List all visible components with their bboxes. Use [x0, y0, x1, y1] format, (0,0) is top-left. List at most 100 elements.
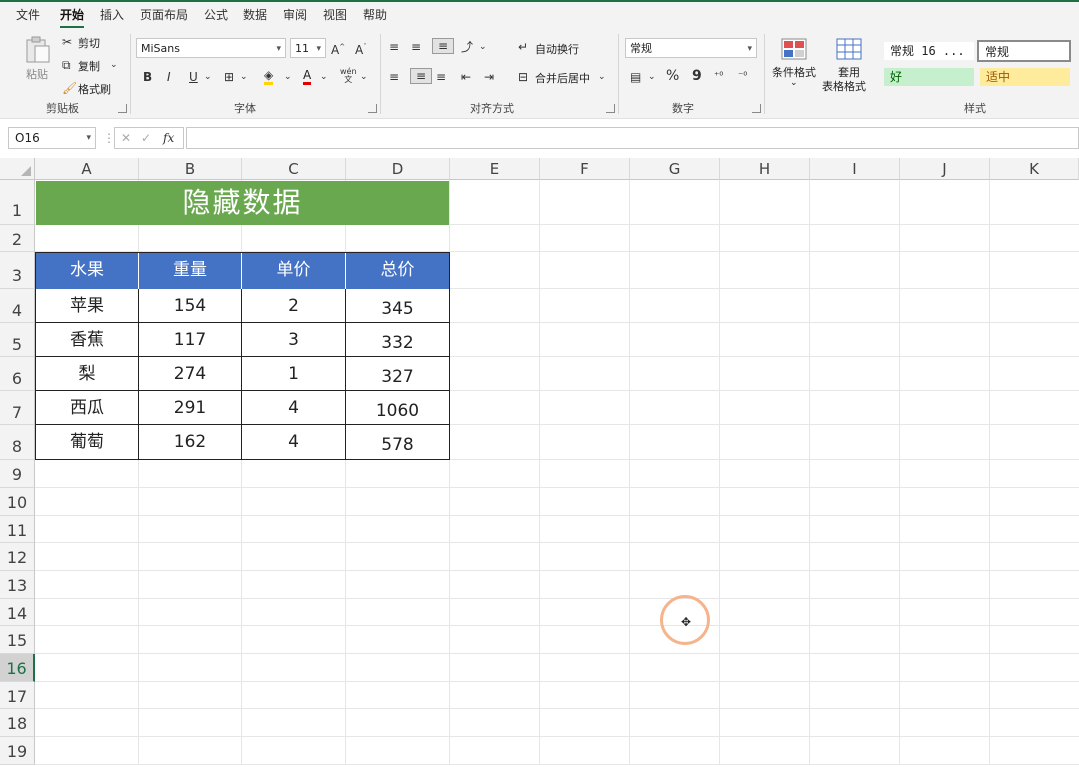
format-as-table-button[interactable]: 套用 表格格式: [822, 36, 878, 96]
orientation-icon[interactable]: ⤴: [461, 40, 473, 54]
conditional-formatting-button[interactable]: 条件格式 ⌄: [772, 36, 818, 96]
fill-color-icon[interactable]: ◈: [264, 68, 274, 85]
increase-indent-icon[interactable]: ⇥: [484, 70, 494, 84]
style-normal16[interactable]: 常规 16 ...: [884, 42, 974, 60]
font-size-select[interactable]: 11 ▾: [290, 38, 326, 58]
accounting-format-icon[interactable]: ▤: [630, 70, 641, 84]
tab-formulas[interactable]: 公式: [204, 6, 228, 23]
header-cell-unit-price[interactable]: 单价: [242, 252, 346, 289]
row-header-7[interactable]: 7: [0, 391, 35, 425]
bold-button[interactable]: B: [143, 70, 152, 84]
row-header-14[interactable]: 14: [0, 599, 35, 626]
tab-review[interactable]: 审阅: [283, 6, 307, 23]
table-cell[interactable]: 291: [139, 391, 242, 425]
col-header-i[interactable]: I: [810, 158, 900, 180]
table-cell[interactable]: 西瓜: [36, 391, 139, 425]
borders-icon[interactable]: ⊞: [224, 70, 234, 84]
italic-button[interactable]: I: [167, 70, 171, 84]
align-right-icon[interactable]: ≡: [436, 70, 446, 84]
col-header-c[interactable]: C: [242, 158, 346, 180]
col-header-f[interactable]: F: [540, 158, 630, 180]
tab-help[interactable]: 帮助: [363, 6, 387, 23]
paste-button[interactable]: 粘贴: [22, 34, 52, 84]
row-header-1[interactable]: 1: [0, 180, 35, 225]
table-cell[interactable]: 4: [242, 425, 346, 459]
font-name-select[interactable]: MiSans ▾: [136, 38, 286, 58]
table-cell[interactable]: 梨: [36, 357, 139, 391]
font-color-icon[interactable]: A: [303, 68, 312, 85]
tab-file[interactable]: 文件: [16, 6, 40, 23]
col-header-b[interactable]: B: [139, 158, 242, 180]
enter-icon[interactable]: ✓: [141, 131, 151, 145]
tab-page-layout[interactable]: 页面布局: [140, 6, 188, 23]
row-header-2[interactable]: 2: [0, 225, 35, 252]
row-header-11[interactable]: 11: [0, 516, 35, 543]
tab-view[interactable]: 视图: [323, 6, 347, 23]
comma-style-button[interactable]: 9: [692, 69, 702, 83]
col-header-k[interactable]: K: [990, 158, 1079, 180]
row-header-19[interactable]: 19: [0, 737, 35, 765]
table-cell[interactable]: 162: [139, 425, 242, 459]
alignment-launcher-icon[interactable]: [606, 104, 615, 113]
wrap-text-button[interactable]: 自动换行: [535, 41, 579, 57]
row-header-10[interactable]: 10: [0, 488, 35, 516]
name-box[interactable]: O16 ▾: [8, 127, 96, 149]
col-header-g[interactable]: G: [630, 158, 720, 180]
row-header-4[interactable]: 4: [0, 289, 35, 323]
row-header-8[interactable]: 8: [0, 425, 35, 460]
style-normal[interactable]: 常规: [977, 40, 1071, 62]
row-header-17[interactable]: 17: [0, 682, 35, 709]
font-launcher-icon[interactable]: [368, 104, 377, 113]
phonetic-icon[interactable]: wén 文: [340, 68, 357, 84]
insert-function-button[interactable]: fx: [163, 131, 174, 145]
table-cell[interactable]: 578: [346, 425, 449, 459]
col-header-h[interactable]: H: [720, 158, 810, 180]
table-cell[interactable]: 2: [242, 289, 346, 323]
col-header-a[interactable]: A: [35, 158, 139, 180]
header-cell-weight[interactable]: 重量: [139, 252, 242, 289]
tab-insert[interactable]: 插入: [100, 6, 124, 23]
merge-center-button[interactable]: 合并后居中: [535, 70, 590, 86]
increase-decimal-icon[interactable]: ⁺⁰: [714, 70, 723, 84]
style-good[interactable]: 好: [884, 68, 974, 86]
number-launcher-icon[interactable]: [752, 104, 761, 113]
table-cell[interactable]: 332: [346, 323, 449, 357]
align-center-icon[interactable]: ≡: [410, 68, 432, 84]
row-header-15[interactable]: 15: [0, 626, 35, 654]
select-all-button[interactable]: [0, 158, 35, 180]
table-cell[interactable]: 274: [139, 357, 242, 391]
style-neutral[interactable]: 适中: [980, 68, 1070, 86]
align-bottom-icon[interactable]: ≡: [432, 38, 454, 54]
col-header-j[interactable]: J: [900, 158, 990, 180]
align-middle-icon[interactable]: ≡: [411, 40, 421, 54]
increase-font-icon[interactable]: A^: [331, 40, 345, 57]
spreadsheet-grid[interactable]: A B C D E F G H I J K 1 2 3 4 5 6 7 8 9 …: [0, 158, 1079, 765]
decrease-decimal-icon[interactable]: ⁻⁰: [738, 70, 747, 84]
copy-button[interactable]: 复制: [78, 58, 100, 74]
table-cell[interactable]: 327: [346, 357, 449, 391]
table-cell[interactable]: 4: [242, 391, 346, 425]
sheet-title-cell[interactable]: 隐藏数据: [36, 181, 449, 225]
row-header-13[interactable]: 13: [0, 571, 35, 599]
tab-home[interactable]: 开始: [60, 6, 85, 28]
tab-data[interactable]: 数据: [243, 6, 267, 23]
align-top-icon[interactable]: ≡: [389, 40, 399, 54]
number-format-select[interactable]: 常规 ▾: [625, 38, 757, 58]
table-cell[interactable]: 香蕉: [36, 323, 139, 357]
clipboard-launcher-icon[interactable]: [118, 104, 127, 113]
decrease-font-icon[interactable]: Aˇ: [355, 40, 367, 57]
row-header-5[interactable]: 5: [0, 323, 35, 357]
row-header-16[interactable]: 16: [0, 654, 35, 682]
format-painter-button[interactable]: 格式刷: [78, 81, 111, 97]
underline-button[interactable]: U: [189, 70, 198, 84]
row-header-6[interactable]: 6: [0, 357, 35, 391]
col-header-d[interactable]: D: [346, 158, 450, 180]
row-header-9[interactable]: 9: [0, 460, 35, 488]
table-cell[interactable]: 葡萄: [36, 425, 139, 459]
table-cell[interactable]: 117: [139, 323, 242, 357]
percent-button[interactable]: %: [666, 69, 679, 83]
header-cell-fruit[interactable]: 水果: [36, 252, 139, 289]
table-cell[interactable]: 154: [139, 289, 242, 323]
table-cell[interactable]: 1060: [346, 391, 449, 425]
cut-button[interactable]: 剪切: [78, 35, 100, 51]
